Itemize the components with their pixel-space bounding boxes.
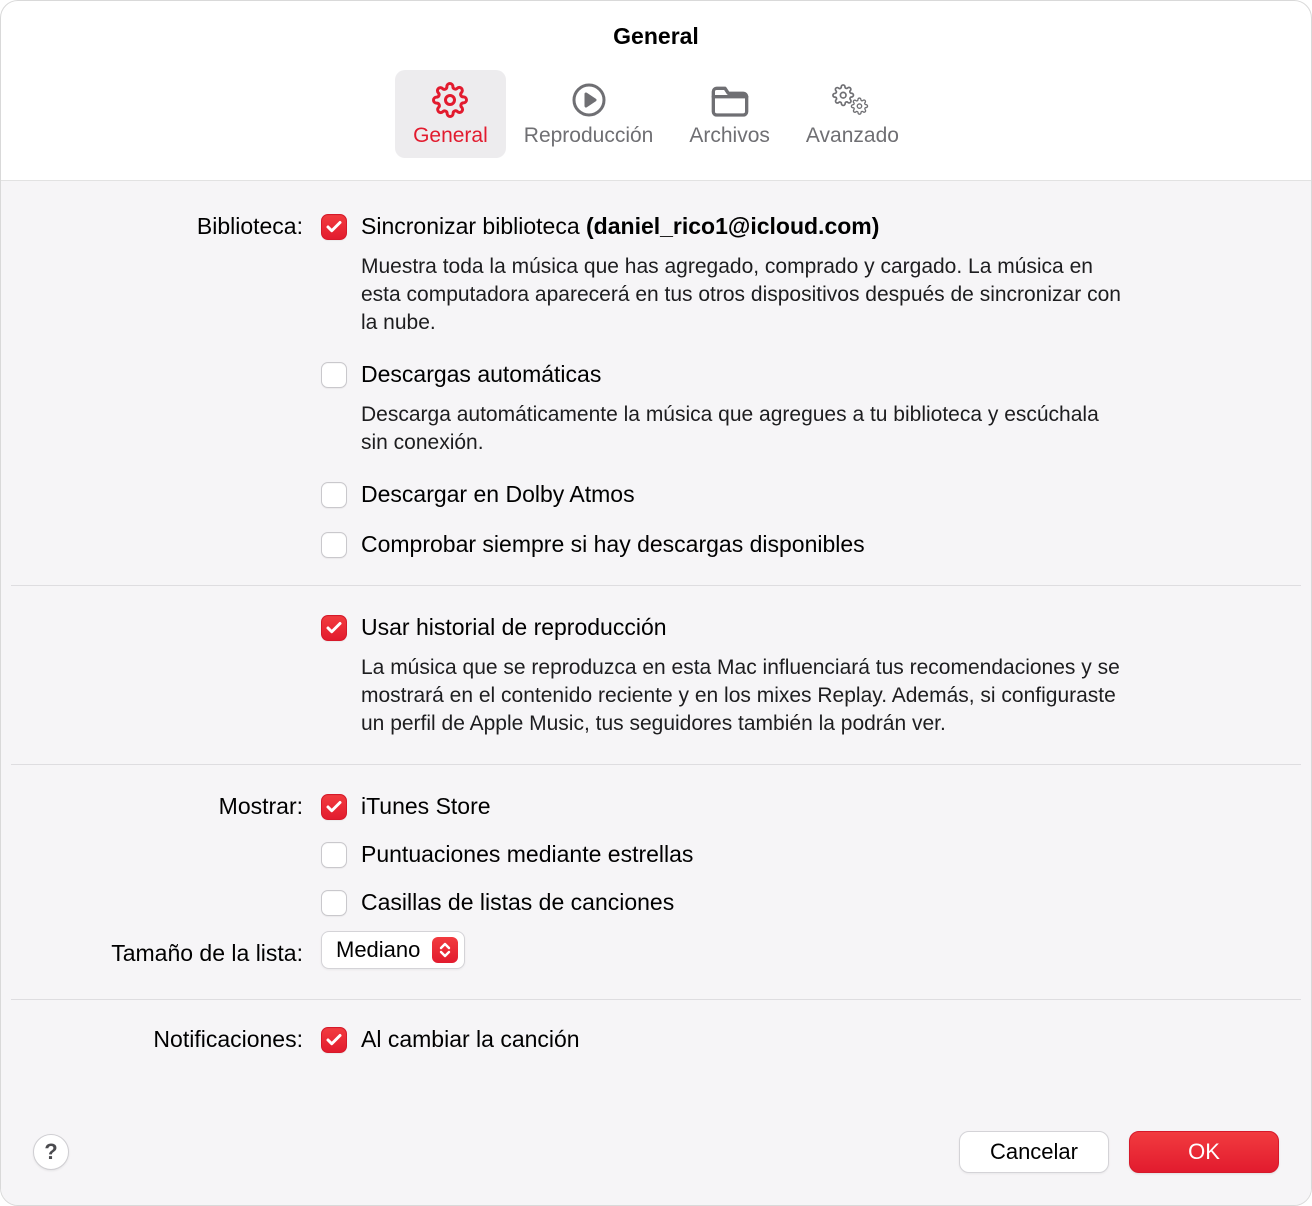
tab-label: Avanzado	[806, 124, 899, 148]
checkbox-star-ratings[interactable]	[321, 842, 347, 868]
label-library: Biblioteca:	[1, 211, 321, 240]
checkbox-label: Comprobar siempre si hay descargas dispo…	[361, 529, 865, 559]
checkbox-label: Al cambiar la canción	[361, 1024, 580, 1054]
select-value: Mediano	[336, 937, 420, 963]
sync-description: Muestra toda la música que has agregado,…	[361, 253, 1131, 337]
section-show: Mostrar: iTunes Store Puntuaciones media…	[1, 765, 1311, 999]
checkbox-label: Puntuaciones mediante estrellas	[361, 839, 693, 869]
toolbar: General Reproducción Archivos Avanzado	[1, 50, 1311, 181]
section-library: Biblioteca: Sincronizar biblioteca (dani…	[1, 211, 1311, 585]
select-list-size[interactable]: Mediano	[321, 931, 465, 969]
ok-button[interactable]: OK	[1129, 1131, 1279, 1173]
tab-label: Reproducción	[524, 124, 654, 148]
checkbox-on-song-change[interactable]	[321, 1027, 347, 1053]
checkbox-label: Usar historial de reproducción	[361, 612, 667, 642]
checkbox-label: Casillas de listas de canciones	[361, 887, 674, 917]
tab-label: General	[413, 124, 488, 148]
checkbox-song-list-checkboxes[interactable]	[321, 890, 347, 916]
checkbox-dolby-atmos[interactable]	[321, 482, 347, 508]
checkbox-label: Sincronizar biblioteca (daniel_rico1@icl…	[361, 211, 879, 241]
tab-files[interactable]: Archivos	[671, 70, 788, 158]
sync-label-text: Sincronizar biblioteca	[361, 213, 586, 239]
content-area: Biblioteca: Sincronizar biblioteca (dani…	[1, 181, 1311, 1109]
auto-download-description: Descarga automáticamente la música que a…	[361, 401, 1131, 457]
tab-general[interactable]: General	[395, 70, 506, 158]
window-title: General	[1, 1, 1311, 50]
checkbox-sync-library[interactable]	[321, 214, 347, 240]
tab-advanced[interactable]: Avanzado	[788, 70, 917, 158]
label-show: Mostrar:	[1, 791, 321, 820]
checkbox-itunes-store[interactable]	[321, 794, 347, 820]
checkbox-listening-history[interactable]	[321, 615, 347, 641]
section-notifications: Notificaciones: Al cambiar la canción	[1, 1000, 1311, 1090]
checkbox-auto-downloads[interactable]	[321, 362, 347, 388]
preferences-window: General General Reproducción Archivos	[0, 0, 1312, 1206]
label-list-size: Tamaño de la lista:	[1, 934, 321, 967]
checkbox-check-downloads[interactable]	[321, 532, 347, 558]
help-button[interactable]: ?	[33, 1134, 69, 1170]
gears-icon	[832, 80, 872, 120]
sync-account: (daniel_rico1@icloud.com)	[586, 213, 879, 239]
cancel-button[interactable]: Cancelar	[959, 1131, 1109, 1173]
play-circle-icon	[571, 80, 607, 120]
tab-label: Archivos	[689, 124, 770, 148]
label-notifications: Notificaciones:	[1, 1024, 321, 1053]
checkbox-label: iTunes Store	[361, 791, 491, 821]
section-history: Usar historial de reproducción La música…	[1, 586, 1311, 764]
checkbox-label: Descargas automáticas	[361, 359, 601, 389]
history-description: La música que se reproduzca en esta Mac …	[361, 654, 1131, 738]
folder-icon	[710, 80, 750, 120]
footer: ? Cancelar OK	[1, 1109, 1311, 1205]
checkbox-label: Descargar en Dolby Atmos	[361, 479, 635, 509]
gear-icon	[432, 80, 468, 120]
tab-playback[interactable]: Reproducción	[506, 70, 672, 158]
chevron-up-down-icon	[432, 937, 458, 963]
